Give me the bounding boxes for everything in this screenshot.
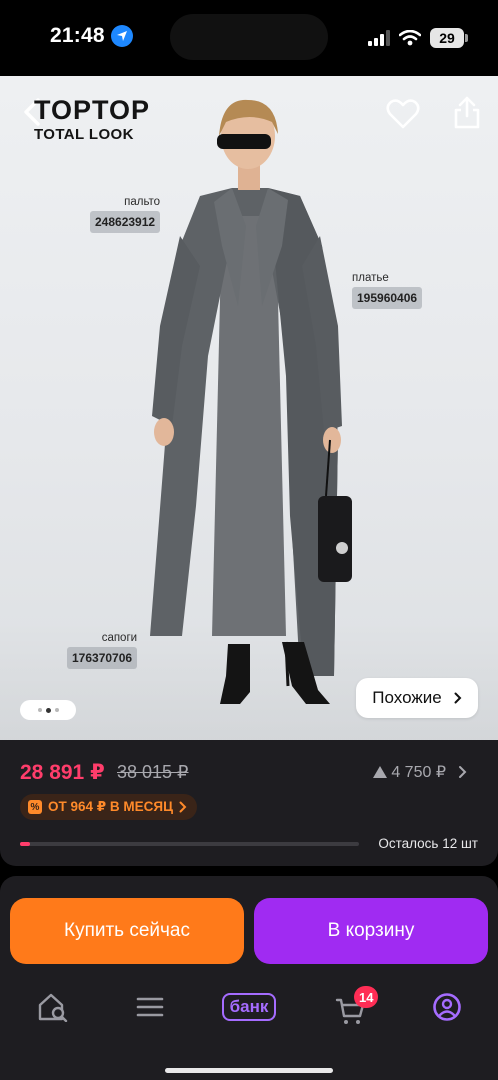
favorite-button[interactable] [386,98,420,130]
buy-now-button[interactable]: Купить сейчас [10,898,244,964]
tab-profile[interactable] [424,982,470,1032]
bottom-action-bar: Купить сейчас В корзину банк 14 [0,876,498,1080]
heart-icon [386,99,420,129]
home-search-icon [38,993,68,1022]
stock-progress-bar [20,842,359,846]
profile-icon [433,993,461,1021]
share-icon [454,96,480,129]
status-time: 21:48 [50,24,105,47]
brand-tagline: TOTAL LOOK [34,126,134,143]
status-time-group: 21:48 [50,24,133,48]
status-bar: 21:48 29 [0,0,498,76]
similar-button[interactable]: Похожие [356,678,478,718]
tag-boots[interactable]: сапоги 176370706 [67,632,138,669]
bank-label: банк [221,993,277,1021]
tab-home[interactable] [30,982,74,1032]
tag-label: платье [352,272,389,284]
stock-progress-fill [20,842,31,846]
cart-count-badge: 14 [354,986,379,1008]
tab-bank[interactable]: банк [212,982,286,1032]
share-button[interactable] [452,94,482,130]
menu-icon [136,997,164,1017]
tag-sku: 248623912 [90,211,161,233]
gallery-dot [54,708,59,712]
chevron-right-icon [454,692,462,704]
tag-label: пальто [124,196,161,208]
status-right: 29 [368,28,468,48]
similar-label: Похожие [372,688,442,707]
dynamic-island [170,14,328,60]
installment-text: ОТ 964 ₽ В МЕСЯЦ [48,799,173,814]
tab-catalog[interactable] [128,982,172,1032]
installment-badge[interactable]: % ОТ 964 ₽ В МЕСЯЦ [20,794,197,820]
tag-sku: 176370706 [67,647,138,669]
tag-sku: 195960406 [352,287,423,309]
tab-bar: банк 14 [0,982,498,1032]
brand-name: TOPTOP [34,95,151,125]
discount-tag-icon: % [28,800,42,814]
points-link[interactable]: 4 750 ₽ [373,762,470,782]
chevron-right-icon [459,766,467,778]
gallery-dots[interactable] [20,700,76,720]
add-to-cart-button[interactable]: В корзину [254,898,488,964]
stock-remaining-text: Осталось 12 шт [378,836,478,851]
tag-label: сапоги [101,632,138,644]
chevron-right-icon [179,801,187,813]
tag-coat[interactable]: пальто 248623912 [90,196,161,233]
location-arrow-icon [110,25,133,47]
home-indicator [165,1068,333,1073]
price-panel: 28 891 ₽ 38 015 ₽ 4 750 ₽ % ОТ 964 ₽ В М… [0,740,498,866]
product-image[interactable]: TOPTOP TOTAL LOOK пальто 248623912 плать… [0,76,498,740]
points-value: 4 750 ₽ [391,764,446,781]
price-old: 38 015 ₽ [117,762,189,782]
gallery-dot-active [45,707,51,713]
gallery-dot [37,708,42,712]
tab-cart[interactable]: 14 [328,982,379,1032]
wifi-icon [399,30,421,46]
tag-dress[interactable]: платье 195960406 [352,272,423,309]
price-current: 28 891 ₽ [20,761,105,784]
cellular-signal-icon [368,30,390,46]
triangle-up-icon [373,766,388,778]
brand-logo: TOPTOP TOTAL LOOK [34,96,150,143]
battery-indicator: 29 [430,28,468,48]
